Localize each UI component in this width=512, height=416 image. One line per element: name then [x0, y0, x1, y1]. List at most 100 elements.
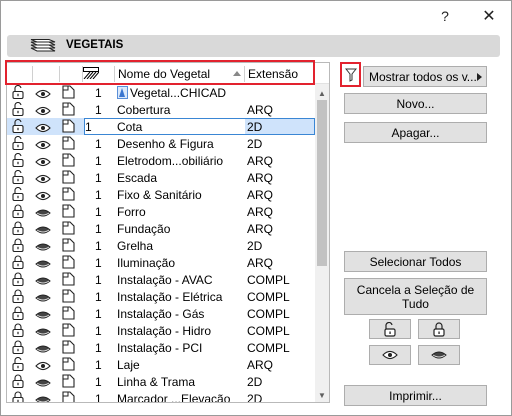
filter-button[interactable]: [342, 65, 359, 85]
table-row[interactable]: 1 Grelha 2D: [7, 237, 315, 254]
unlock-icon[interactable]: [12, 152, 26, 170]
unlock-icon[interactable]: [12, 356, 26, 374]
lock-icon[interactable]: [12, 221, 24, 238]
closed-eye-icon[interactable]: [35, 377, 51, 391]
closed-eye-icon[interactable]: [35, 275, 51, 289]
document-icon[interactable]: [62, 119, 75, 136]
document-icon[interactable]: [62, 289, 75, 306]
unlock-icon[interactable]: [12, 84, 26, 102]
table-row[interactable]: 1 Instalação - PCI COMPL: [7, 339, 315, 356]
scroll-down-arrow-icon[interactable]: ▼: [315, 388, 329, 402]
closed-eye-icon[interactable]: [35, 258, 51, 272]
table-row[interactable]: 1 Vegetal...CHICAD: [7, 84, 315, 101]
document-icon[interactable]: [62, 374, 75, 391]
document-icon[interactable]: [62, 187, 75, 204]
vertical-scrollbar[interactable]: ▲ ▼: [315, 84, 329, 402]
filter-icon: [344, 68, 357, 82]
lock-icon[interactable]: [12, 374, 24, 391]
closed-eye-icon[interactable]: [35, 394, 51, 402]
lock-icon[interactable]: [12, 255, 24, 272]
closed-eye-icon[interactable]: [35, 224, 51, 238]
table-row[interactable]: 1 Cobertura ARQ: [7, 101, 315, 118]
table-row[interactable]: 1 Instalação - Gás COMPL: [7, 305, 315, 322]
table-row[interactable]: 1 Desenho & Figura 2D: [7, 135, 315, 152]
show-all-layers-button[interactable]: [369, 345, 411, 365]
document-icon[interactable]: [62, 238, 75, 255]
lock-icon[interactable]: [12, 204, 24, 221]
show-all-dropdown[interactable]: Mostrar todos os v...: [363, 66, 487, 87]
document-icon[interactable]: [62, 340, 75, 357]
unlock-icon[interactable]: [12, 118, 26, 136]
eye-icon[interactable]: [35, 122, 51, 136]
lock-icon[interactable]: [12, 289, 24, 306]
lock-icon[interactable]: [12, 272, 24, 289]
hide-all-layers-button[interactable]: [418, 345, 460, 365]
table-row[interactable]: 1 Linha & Trama 2D: [7, 373, 315, 390]
document-icon[interactable]: [62, 102, 75, 119]
table-row[interactable]: 1 Iluminação ARQ: [7, 254, 315, 271]
delete-button[interactable]: Apagar...: [344, 122, 487, 143]
document-icon[interactable]: [62, 357, 75, 374]
lock-icon[interactable]: [12, 391, 24, 402]
eye-icon[interactable]: [35, 173, 51, 187]
unlock-icon[interactable]: [12, 135, 26, 153]
table-row[interactable]: 1 Escada ARQ: [7, 169, 315, 186]
document-icon[interactable]: [62, 221, 75, 238]
help-button[interactable]: ?: [434, 5, 456, 27]
table-row[interactable]: 1 Eletrodom...obiliário ARQ: [7, 152, 315, 169]
scroll-up-arrow-icon[interactable]: ▲: [315, 86, 329, 100]
table-row[interactable]: 1 Instalação - Hidro COMPL: [7, 322, 315, 339]
table-row[interactable]: 1 Fixo & Sanitário ARQ: [7, 186, 315, 203]
column-header-name[interactable]: Nome do Vegetal: [118, 67, 210, 81]
table-row[interactable]: 1 Forro ARQ: [7, 203, 315, 220]
document-icon[interactable]: [62, 85, 75, 102]
cancel-selection-button[interactable]: Cancela a Seleção de Tudo: [344, 278, 487, 315]
layer-name: Eletrodom...obiliário: [117, 154, 224, 168]
document-icon[interactable]: [62, 306, 75, 323]
column-header-extension[interactable]: Extensão: [248, 67, 298, 81]
table-row[interactable]: 1 Cota 2D: [7, 118, 315, 135]
eye-icon[interactable]: [35, 139, 51, 153]
eye-icon[interactable]: [35, 88, 51, 102]
close-button[interactable]: ✕: [478, 5, 500, 27]
document-icon[interactable]: [62, 136, 75, 153]
document-icon[interactable]: [62, 255, 75, 272]
lock-icon[interactable]: [12, 340, 24, 357]
print-button[interactable]: Imprimir...: [344, 385, 487, 406]
lock-icon[interactable]: [12, 238, 24, 255]
document-icon[interactable]: [62, 153, 75, 170]
table-row[interactable]: 1 Fundação ARQ: [7, 220, 315, 237]
select-all-button[interactable]: Selecionar Todos: [344, 251, 487, 272]
eye-icon[interactable]: [35, 156, 51, 170]
closed-eye-icon[interactable]: [35, 207, 51, 221]
table-row[interactable]: 1 Marcador ...Elevação 2D: [7, 390, 315, 402]
eye-icon[interactable]: [35, 190, 51, 204]
document-icon[interactable]: [62, 323, 75, 340]
lock-icon[interactable]: [12, 306, 24, 323]
table-row[interactable]: 1 Instalação - AVAC COMPL: [7, 271, 315, 288]
unlock-icon[interactable]: [12, 101, 26, 119]
eye-icon[interactable]: [35, 105, 51, 119]
closed-eye-icon[interactable]: [35, 241, 51, 255]
closed-eye-icon[interactable]: [35, 292, 51, 306]
closed-eye-icon[interactable]: [35, 326, 51, 340]
table-row[interactable]: 1 Laje ARQ: [7, 356, 315, 373]
document-icon[interactable]: [62, 170, 75, 187]
document-icon[interactable]: [62, 272, 75, 289]
document-icon[interactable]: [62, 391, 75, 402]
unlock-icon[interactable]: [12, 186, 26, 204]
unlock-icon[interactable]: [12, 169, 26, 187]
hatch-pattern-icon[interactable]: [83, 67, 100, 82]
scrollbar-thumb[interactable]: [317, 100, 327, 266]
document-icon[interactable]: [62, 204, 75, 221]
new-button[interactable]: Novo...: [344, 93, 487, 114]
layer-name: Iluminação: [117, 256, 176, 270]
lock-icon[interactable]: [12, 323, 24, 340]
closed-eye-icon[interactable]: [35, 309, 51, 323]
lock-all-button[interactable]: [418, 319, 460, 339]
table-row[interactable]: 1 Instalação - Elétrica COMPL: [7, 288, 315, 305]
unlock-all-button[interactable]: [369, 319, 411, 339]
closed-eye-icon[interactable]: [35, 343, 51, 357]
layer-list[interactable]: Nome do Vegetal Extensão 1 Vegetal...CHIC…: [6, 62, 330, 403]
eye-icon[interactable]: [35, 360, 51, 374]
